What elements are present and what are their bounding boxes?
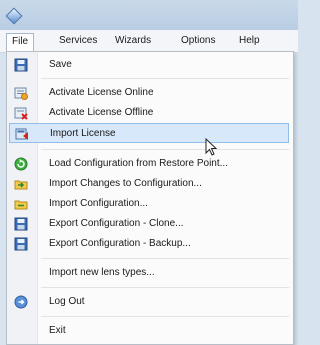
import-license-icon xyxy=(15,128,28,140)
menu-item-exit[interactable]: Exit xyxy=(9,321,289,341)
export-clone-icon xyxy=(14,217,28,231)
menu-item-label: Import new lens types... xyxy=(49,267,155,278)
menu-separator xyxy=(41,149,289,150)
menu-item-label: Activate License Offline xyxy=(49,107,154,118)
menu-item-export-backup[interactable]: Export Configuration - Backup... xyxy=(9,234,289,254)
menu-separator xyxy=(41,258,289,259)
menu-item-label: Log Out xyxy=(49,296,85,307)
export-backup-icon xyxy=(14,237,28,251)
menu-item-label: Load Configuration from Restore Point... xyxy=(49,158,228,169)
menu-item-label: Activate License Online xyxy=(49,87,154,98)
restore-point-icon xyxy=(14,157,28,171)
menu-item-log-out[interactable]: Log Out xyxy=(9,292,289,312)
log-out-icon xyxy=(14,295,28,309)
license-online-icon xyxy=(14,87,28,100)
menu-item-label: Import Changes to Configuration... xyxy=(49,178,202,189)
app-icon[interactable] xyxy=(5,7,23,25)
menu-separator xyxy=(41,78,289,79)
mouse-cursor-icon xyxy=(205,138,218,156)
menu-file[interactable]: File xyxy=(6,33,35,51)
menu-item-import-lens-types[interactable]: Import new lens types... xyxy=(9,263,289,283)
license-offline-icon xyxy=(14,107,28,120)
menu-item-load-restore-point[interactable]: Load Configuration from Restore Point... xyxy=(9,154,289,174)
menu-help[interactable]: Help xyxy=(234,33,265,49)
menu-item-label: Save xyxy=(49,59,72,70)
menu-options[interactable]: Options xyxy=(176,33,220,49)
menu-item-import-license[interactable]: Import License xyxy=(9,123,289,143)
menu-services[interactable]: Services xyxy=(54,33,102,49)
import-changes-icon xyxy=(14,180,28,190)
menu-separator xyxy=(41,316,289,317)
menu-item-import-configuration[interactable]: Import Configuration... xyxy=(9,194,289,214)
menu-item-label: Import Configuration... xyxy=(49,198,148,209)
menu-wizards[interactable]: Wizards xyxy=(110,33,156,49)
title-bar xyxy=(0,0,298,30)
menu-item-label: Export Configuration - Backup... xyxy=(49,238,191,249)
file-menu-dropdown: Save Activate License Online Activate Li… xyxy=(6,51,294,345)
menu-item-label: Export Configuration - Clone... xyxy=(49,218,184,229)
menu-item-label: Import License xyxy=(50,128,116,139)
menu-bar: File Services Wizards Options Help xyxy=(0,30,298,53)
menu-item-import-changes[interactable]: Import Changes to Configuration... xyxy=(9,174,289,194)
menu-item-activate-license-online[interactable]: Activate License Online xyxy=(9,83,289,103)
import-configuration-icon xyxy=(14,200,28,210)
menu-item-label: Exit xyxy=(49,325,66,336)
menu-item-save[interactable]: Save xyxy=(9,55,289,75)
save-icon xyxy=(14,58,28,72)
menu-item-activate-license-offline[interactable]: Activate License Offline xyxy=(9,103,289,123)
menu-item-export-clone[interactable]: Export Configuration - Clone... xyxy=(9,214,289,234)
menu-separator xyxy=(41,287,289,288)
